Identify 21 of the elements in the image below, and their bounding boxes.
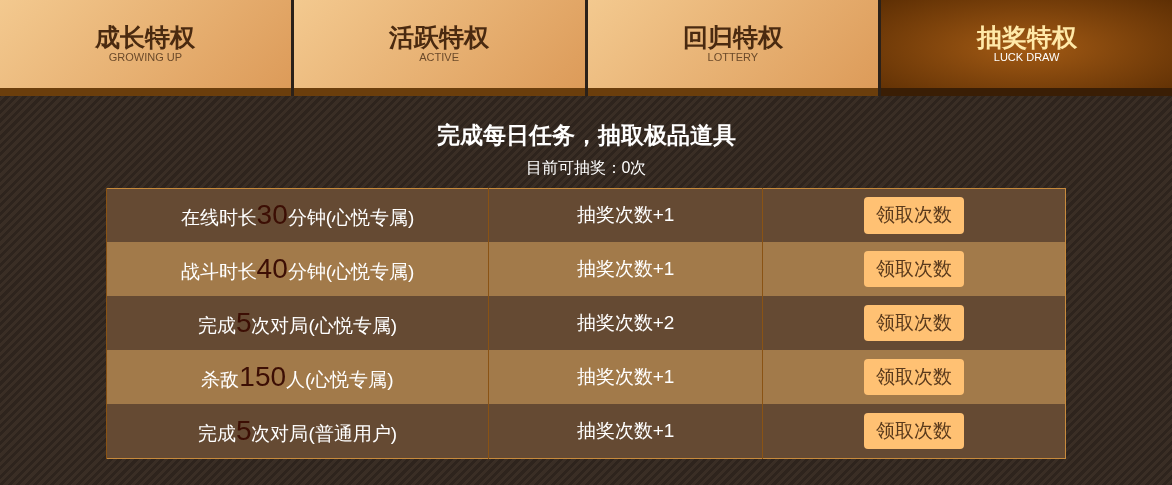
tab[interactable]: 回归特权 LOTTERY bbox=[587, 0, 879, 96]
claim-button[interactable]: 领取次数 bbox=[864, 358, 964, 396]
task-text: 在线时长30分钟(心悦专属) bbox=[180, 207, 415, 229]
claim-button[interactable]: 领取次数 bbox=[864, 197, 964, 234]
task-text: 完成5次对局(普通用户) bbox=[197, 422, 398, 444]
reward-text: 抽奖次数+1 bbox=[576, 204, 675, 226]
heading: 完成每日任务，抽取极品道具 bbox=[435, 122, 737, 150]
tab[interactable]: 成长特权 GROWING UP bbox=[0, 0, 291, 96]
tab[interactable]: 活跃特权 ACTIVE bbox=[293, 0, 585, 96]
task-text: 战斗时长40分钟(心悦专属) bbox=[180, 261, 415, 283]
claim-button[interactable]: 领取次数 bbox=[864, 412, 964, 450]
reward-text: 抽奖次数+2 bbox=[576, 311, 675, 333]
claim-button[interactable]: 领取次数 bbox=[864, 304, 964, 342]
draw-count: 目前可抽奖：0次 bbox=[524, 157, 648, 178]
reward-text: 抽奖次数+1 bbox=[576, 257, 675, 279]
reward-text: 抽奖次数+1 bbox=[576, 365, 675, 387]
task-text: 完成5次对局(心悦专属) bbox=[197, 315, 398, 337]
tab[interactable]: 抽奖特权 LUCK DRAW bbox=[881, 0, 1172, 96]
claim-button[interactable]: 领取次数 bbox=[864, 250, 964, 288]
reward-text: 抽奖次数+1 bbox=[576, 419, 675, 441]
task-text: 杀敌150人(心悦专属) bbox=[201, 369, 394, 391]
